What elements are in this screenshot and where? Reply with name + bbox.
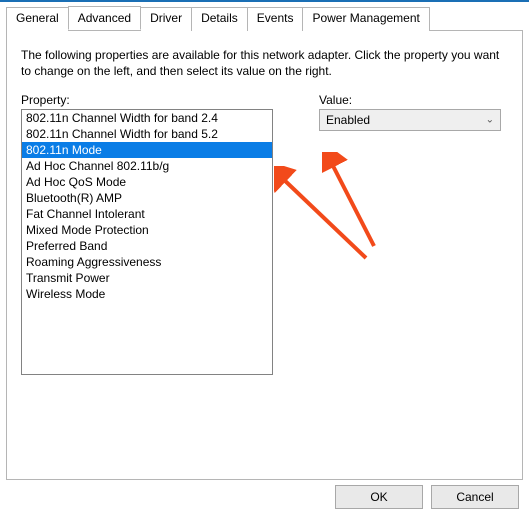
tab-driver[interactable]: Driver: [140, 7, 192, 31]
list-item[interactable]: Wireless Mode: [22, 286, 272, 302]
tab-bar: General Advanced Driver Details Events P…: [0, 2, 529, 30]
advanced-panel: The following properties are available f…: [6, 30, 523, 480]
dialog-buttons: OK Cancel: [335, 485, 519, 509]
list-item[interactable]: 802.11n Channel Width for band 5.2: [22, 126, 272, 142]
value-label: Value:: [319, 93, 508, 107]
list-item[interactable]: Mixed Mode Protection: [22, 222, 272, 238]
list-item[interactable]: Ad Hoc QoS Mode: [22, 174, 272, 190]
value-selected-text: Enabled: [326, 113, 370, 127]
list-item[interactable]: Fat Channel Intolerant: [22, 206, 272, 222]
tab-details[interactable]: Details: [191, 7, 248, 31]
property-listbox[interactable]: 802.11n Channel Width for band 2.4 802.1…: [21, 109, 273, 375]
list-item[interactable]: Preferred Band: [22, 238, 272, 254]
list-item[interactable]: Ad Hoc Channel 802.11b/g: [22, 158, 272, 174]
list-item[interactable]: Roaming Aggressiveness: [22, 254, 272, 270]
cancel-button[interactable]: Cancel: [431, 485, 519, 509]
tab-advanced[interactable]: Advanced: [68, 6, 141, 30]
value-dropdown[interactable]: Enabled ⌄: [319, 109, 501, 131]
tab-general[interactable]: General: [6, 7, 69, 31]
ok-button[interactable]: OK: [335, 485, 423, 509]
chevron-down-icon: ⌄: [486, 115, 494, 126]
panel-description: The following properties are available f…: [21, 47, 508, 79]
property-label: Property:: [21, 93, 273, 107]
list-item[interactable]: Bluetooth(R) AMP: [22, 190, 272, 206]
list-item[interactable]: 802.11n Channel Width for band 2.4: [22, 110, 272, 126]
list-item[interactable]: 802.11n Mode: [22, 142, 272, 158]
tab-power-management[interactable]: Power Management: [302, 7, 429, 31]
tab-events[interactable]: Events: [247, 7, 304, 31]
list-item[interactable]: Transmit Power: [22, 270, 272, 286]
